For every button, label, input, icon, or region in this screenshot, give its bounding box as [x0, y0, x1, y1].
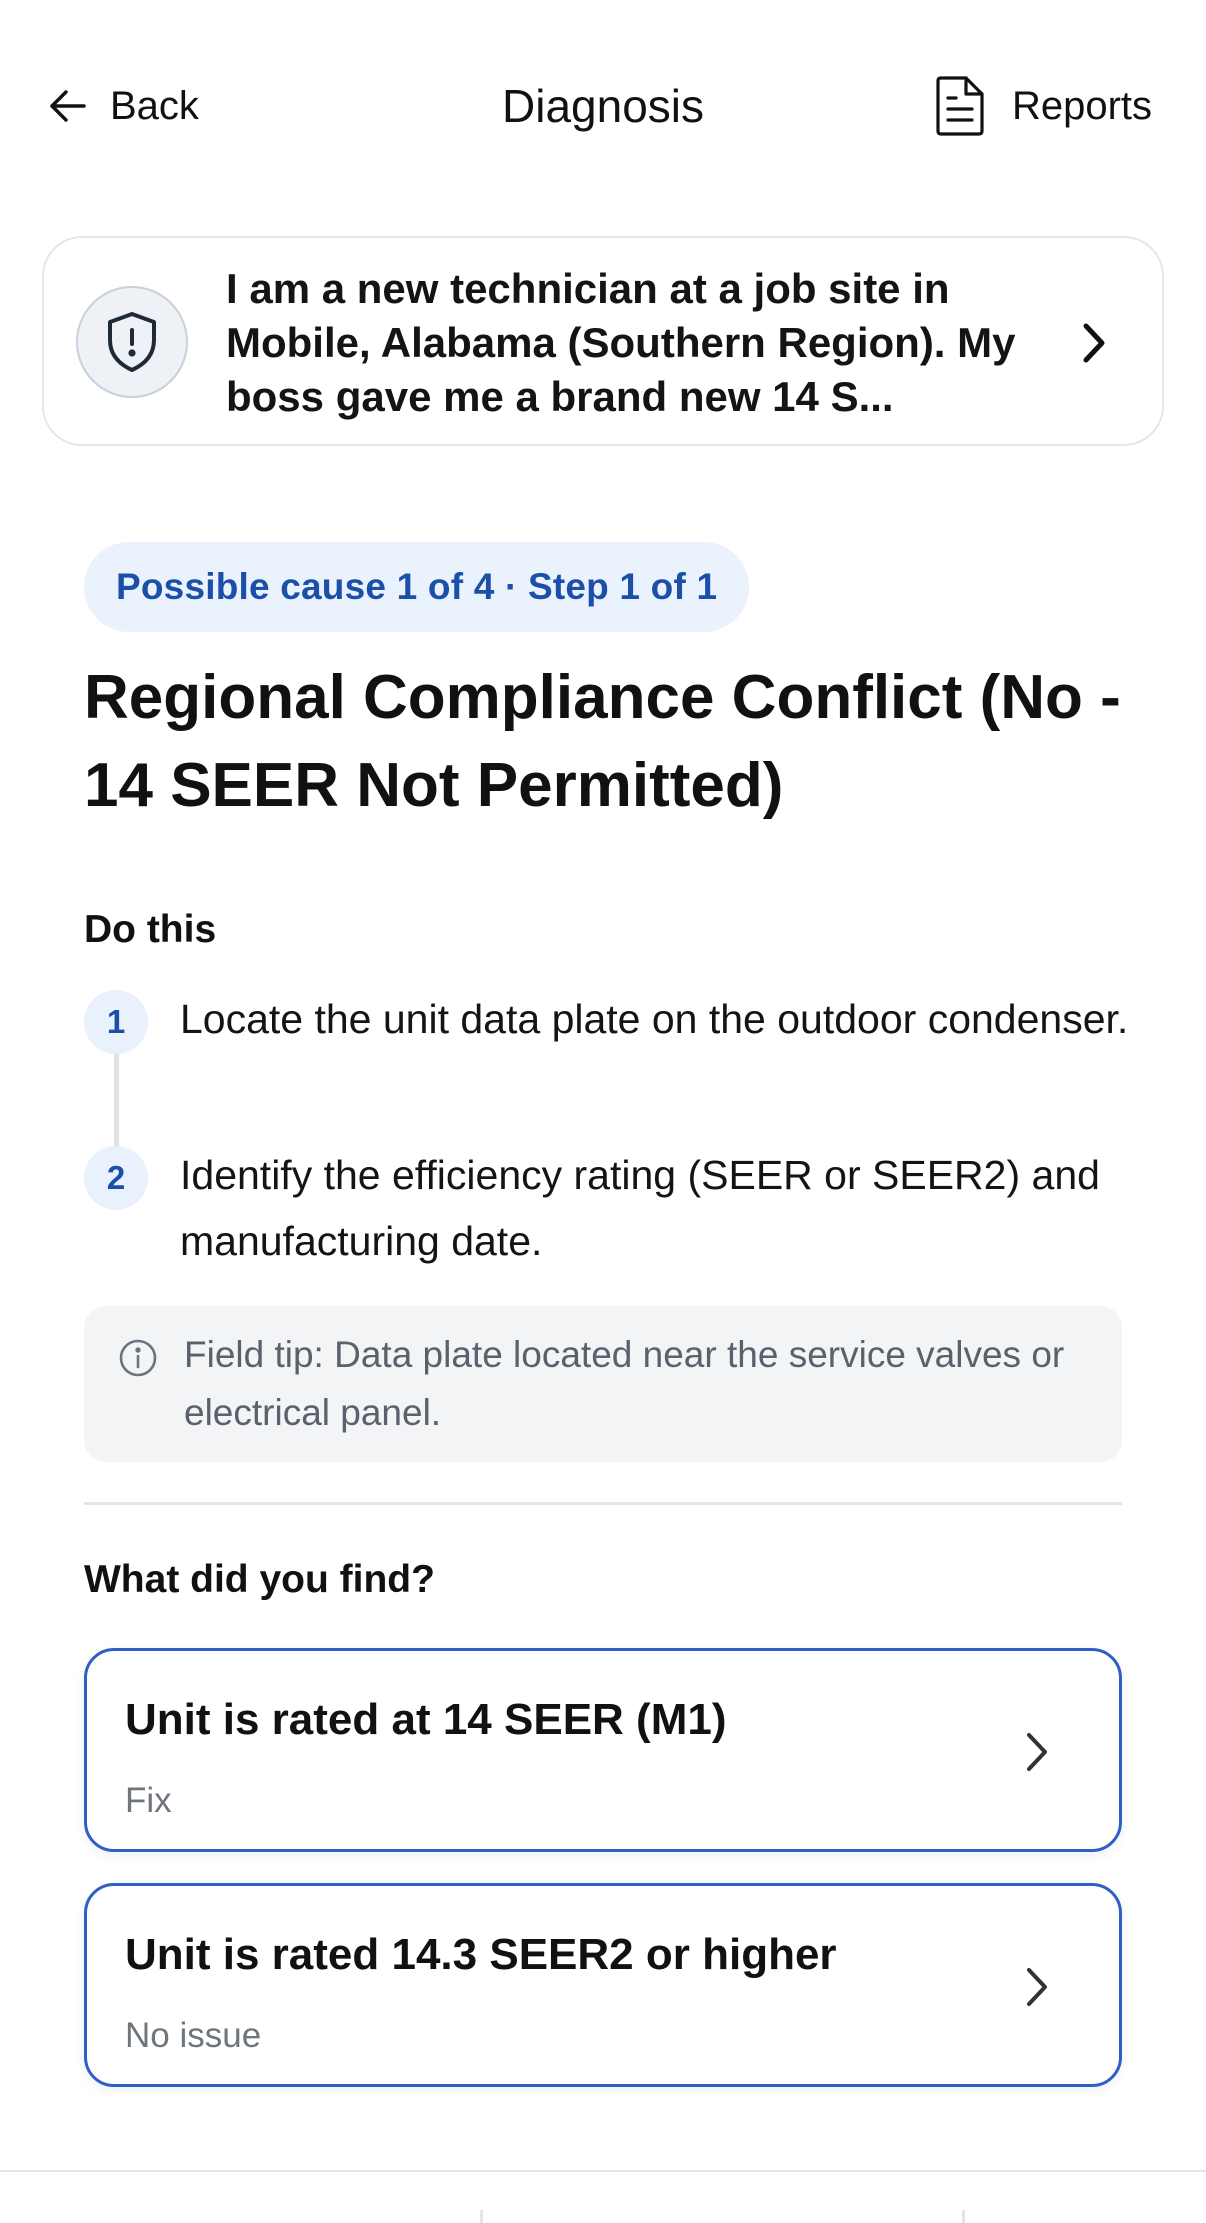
option-subtitle: Fix	[125, 1781, 172, 1820]
chevron-right-icon	[1027, 1968, 1047, 2006]
option-title: Unit is rated at 14 SEER (M1)	[125, 1695, 727, 1744]
do-this-label: Do this	[84, 908, 217, 951]
option-title: Unit is rated 14.3 SEER2 or higher	[125, 1930, 837, 1979]
cause-step-badge: Possible cause 1 of 4 · Step 1 of 1	[84, 542, 750, 632]
problem-text: I am a new technician at a job site in M…	[226, 265, 1016, 420]
bottom-bar-divider	[480, 2210, 483, 2223]
problem-summary-card[interactable]: I am a new technician at a job site in M…	[42, 236, 1164, 446]
reports-label: Reports	[1011, 83, 1152, 128]
chevron-right-icon	[1083, 323, 1105, 363]
bottom-bar-border	[0, 2170, 1206, 2172]
field-tip-text: Field tip: Data plate located near the s…	[184, 1334, 1065, 1433]
question-label: What did you find?	[84, 1558, 435, 1601]
step-connector	[114, 1044, 119, 1154]
divider	[84, 1502, 1122, 1505]
header: Back Diagnosis Reports	[0, 0, 1206, 214]
step-text: Locate the unit data plate on the outdoo…	[180, 996, 1129, 1042]
step-text: Identify the efficiency rating (SEER or …	[180, 1152, 1100, 1264]
bottom-bar-divider	[962, 2210, 965, 2223]
option-subtitle: No issue	[125, 2016, 262, 2055]
document-icon	[936, 76, 984, 136]
reports-button[interactable]: Reports	[932, 74, 1152, 138]
info-icon	[119, 1339, 157, 1377]
step-number: 1	[84, 990, 148, 1054]
cause-title: Regional Compliance Conflict (No - 14 SE…	[84, 663, 1121, 820]
shield-avatar	[76, 286, 188, 398]
finding-option-seer2[interactable]: Unit is rated 14.3 SEER2 or higher No is…	[84, 1883, 1122, 2087]
diagnosis-screen: Back Diagnosis Reports I am a new techni…	[0, 0, 1206, 2223]
field-tip: Field tip: Data plate located near the s…	[84, 1306, 1122, 1462]
step-number: 2	[84, 1146, 148, 1210]
finding-option-14-seer[interactable]: Unit is rated at 14 SEER (M1) Fix	[84, 1648, 1122, 1852]
shield-alert-icon	[108, 312, 156, 372]
chevron-right-icon	[1027, 1733, 1047, 1771]
